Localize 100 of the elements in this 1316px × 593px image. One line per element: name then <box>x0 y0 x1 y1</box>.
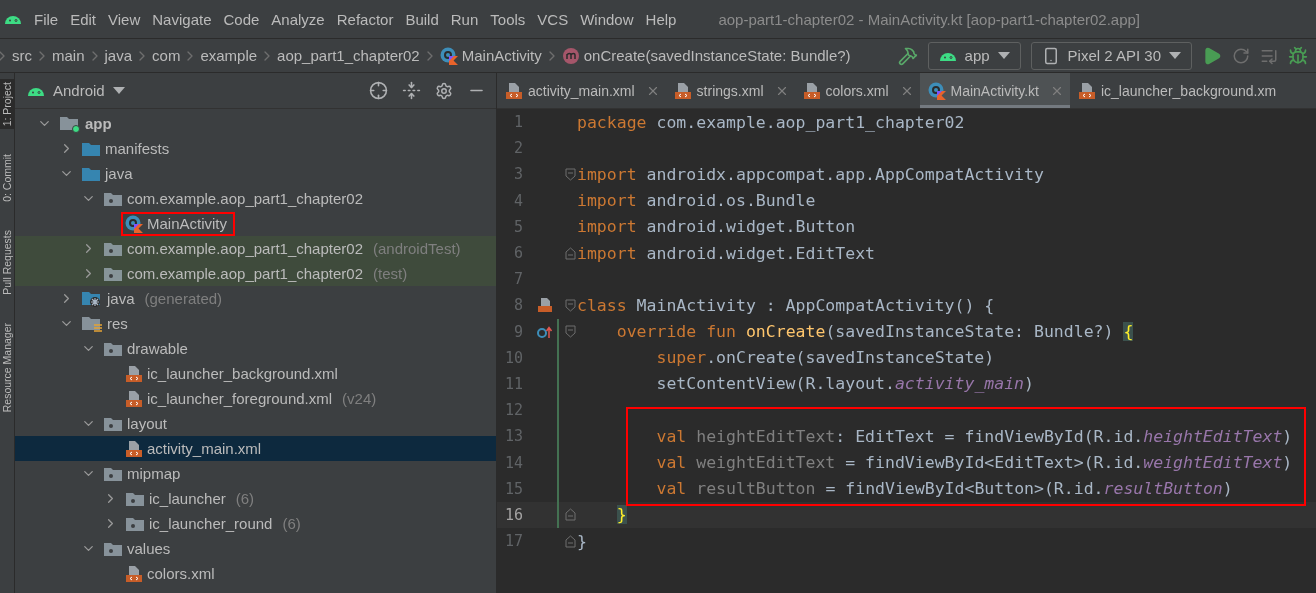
tree-item-label[interactable]: manifests <box>105 140 170 157</box>
line-number: 17 <box>503 532 523 551</box>
package-folder-icon <box>103 265 123 282</box>
caret-icon <box>997 52 1010 59</box>
tree-item-label[interactable]: com.example.aop_part1_chapter02 <box>127 265 363 282</box>
tree-item-label[interactable]: com.example.aop_part1_chapter02 <box>127 190 363 207</box>
hammer-icon[interactable] <box>897 45 918 66</box>
settings-icon[interactable] <box>435 81 453 100</box>
tree-item-label[interactable]: ic_launcher_round <box>149 515 273 532</box>
editor-tab[interactable]: ic_launcher_background.xm <box>1069 73 1283 108</box>
menu-item[interactable]: Build <box>399 10 445 28</box>
menu-item[interactable]: Code <box>217 10 266 28</box>
breadcrumb-item[interactable]: main <box>52 47 85 64</box>
code-line: super.onCreate(savedInstanceState) <box>655 348 995 368</box>
tree-item-note: (test) <box>373 265 408 282</box>
code-line: import android.widget.Button <box>577 217 856 237</box>
apply-changes-icon[interactable] <box>1232 46 1250 65</box>
tree-item-label[interactable]: activity_main.xml <box>147 440 262 457</box>
line-number: 9 <box>512 322 523 341</box>
editor-tab[interactable]: activity_main.xml <box>497 73 666 108</box>
xml-file-icon <box>505 81 523 100</box>
line-number: 11 <box>503 374 523 393</box>
tool-window-tab[interactable]: Resource Manager <box>0 320 14 416</box>
menu-item[interactable]: File <box>28 10 65 28</box>
tree-item-label[interactable]: ic_launcher_background.xml <box>147 365 338 382</box>
menu-item[interactable]: VCS <box>531 10 575 28</box>
code-line: } <box>577 531 587 551</box>
test-tree-row[interactable]: com.example.aop_part1_chapter02 (test) <box>15 261 496 286</box>
editor-tab[interactable]: MainActivity.kt <box>919 73 1070 108</box>
package-folder-icon <box>103 190 123 207</box>
tree-item-label[interactable]: ic_launcher_foreground.xml <box>147 390 333 407</box>
run-icon[interactable] <box>1202 45 1222 66</box>
breadcrumb-item[interactable]: src <box>12 47 32 64</box>
crosshair-icon[interactable] <box>369 81 388 100</box>
run-configuration-dropdown[interactable]: app <box>927 41 1021 70</box>
package-folder-icon <box>125 490 145 507</box>
tree-item-label[interactable]: java <box>105 165 133 182</box>
editor-tab[interactable]: colors.xml <box>794 73 920 108</box>
package-folder-icon <box>103 540 123 557</box>
view-dropdown[interactable]: Android <box>27 82 125 99</box>
line-number: 5 <box>512 217 523 236</box>
code-line: val heightEditText: EditText = findViewById(R.id.heightEditText) <box>655 426 1293 446</box>
line-number: 6 <box>512 244 523 263</box>
debug-icon[interactable] <box>1288 45 1308 66</box>
xml-file-icon <box>125 439 143 458</box>
line-number: 13 <box>503 427 523 446</box>
tool-window-tab[interactable]: 1: Project <box>0 79 14 130</box>
fold-marker-icon[interactable] <box>564 298 576 312</box>
menu-item[interactable]: Window <box>574 10 640 28</box>
menu-item[interactable]: Refactor <box>330 10 400 28</box>
menu-item[interactable]: Help <box>639 10 683 28</box>
device-dropdown[interactable]: Pixel 2 API 30 <box>1030 41 1192 70</box>
tree-item-label[interactable]: res <box>107 315 128 332</box>
xml-file-icon <box>125 389 143 408</box>
tree-item-label[interactable]: colors.xml <box>147 565 215 582</box>
tool-window-tab[interactable]: 0: Commit <box>0 151 14 206</box>
fold-marker-icon[interactable] <box>564 246 576 260</box>
collapse-all-icon[interactable] <box>402 81 421 100</box>
breadcrumb-item[interactable]: aop_part1_chapter02 <box>277 47 420 64</box>
menu-item[interactable]: Run <box>444 10 485 28</box>
test-tree-row[interactable]: com.example.aop_part1_chapter02 (androidTest) <box>15 236 496 261</box>
tree-item-label[interactable]: values <box>127 540 171 557</box>
tree-item-label[interactable]: drawable <box>127 340 188 357</box>
package-folder-icon <box>103 415 123 432</box>
breadcrumb-item[interactable]: example <box>200 47 258 64</box>
breadcrumb-item[interactable]: java <box>104 47 133 64</box>
fold-marker-icon[interactable] <box>564 167 576 181</box>
menu-item[interactable]: View <box>102 10 147 28</box>
fold-marker-icon[interactable] <box>564 534 576 548</box>
tree-item-label[interactable]: mipmap <box>127 465 181 482</box>
fold-marker-icon[interactable] <box>564 508 576 522</box>
tree-item-label[interactable]: layout <box>127 415 168 432</box>
code-line: val weightEditText = findViewById<EditText>(R.id.weightEditText) <box>655 453 1293 473</box>
tool-window-tab[interactable]: Pull Requests <box>0 227 14 298</box>
tree-item-label[interactable]: java <box>107 290 135 307</box>
tree-item-label[interactable]: com.example.aop_part1_chapter02 <box>127 240 363 257</box>
menu-item[interactable]: Analyze <box>265 10 331 28</box>
breadcrumb-item[interactable]: MainActivity <box>461 47 542 64</box>
tree-item-label[interactable]: ic_launcher <box>149 490 226 507</box>
tree-item-note: (androidTest) <box>373 240 461 257</box>
line-number: 1 <box>512 113 523 132</box>
breadcrumb-item[interactable]: com <box>152 47 181 64</box>
menu-item[interactable]: Navigate <box>146 10 218 28</box>
kotlin-class-icon <box>927 81 946 100</box>
code-line: import androidx.appcompat.app.AppCompatActivity <box>577 164 1044 184</box>
package-folder-icon <box>103 465 123 482</box>
code-line: setContentView(R.layout.activity_main) <box>655 374 1034 394</box>
breadcrumb-item[interactable]: onCreate(savedInstanceState: Bundle?) <box>583 47 851 64</box>
editor-tab[interactable]: strings.xml <box>665 73 795 108</box>
tree-item-label[interactable]: MainActivity <box>147 215 228 232</box>
fold-marker-icon[interactable] <box>564 325 576 339</box>
tree-item-label[interactable]: app <box>85 115 112 132</box>
xml-file-icon <box>1077 81 1096 100</box>
xml-file-icon <box>125 364 143 383</box>
kotlin-class-icon <box>439 46 458 65</box>
kotlin-class-icon <box>125 214 143 233</box>
menu-item[interactable]: Tools <box>484 10 532 28</box>
caret-icon <box>1169 52 1181 59</box>
selected-tree-row[interactable]: activity_main.xml <box>15 436 496 461</box>
menu-item[interactable]: Edit <box>64 10 103 28</box>
